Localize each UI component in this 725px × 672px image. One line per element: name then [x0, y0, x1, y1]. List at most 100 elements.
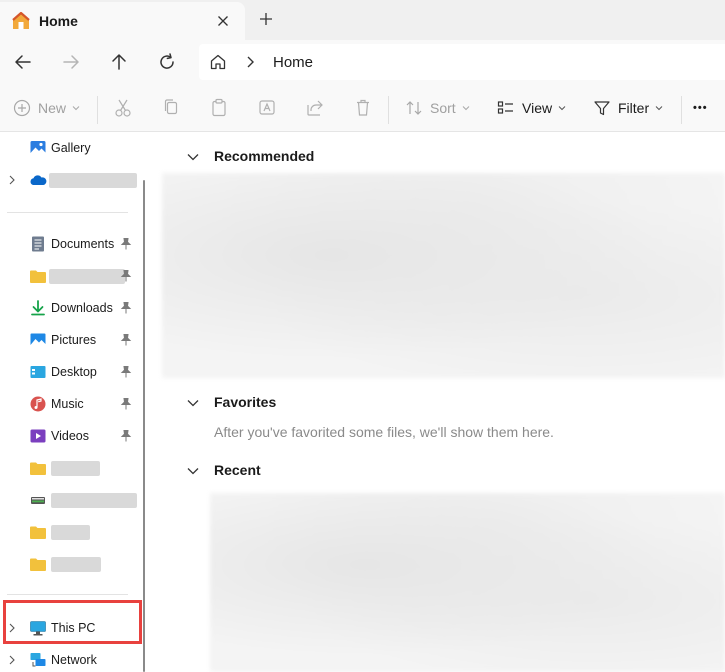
section-recommended[interactable]: Recommended [152, 145, 452, 169]
chevron-down-icon [655, 106, 663, 111]
close-icon[interactable] [214, 12, 232, 30]
sidebar-item-label: Documents [51, 237, 115, 251]
sidebar-item-network[interactable]: Network [0, 646, 140, 672]
new-label: New [38, 100, 67, 116]
home-icon [12, 11, 30, 29]
file-explorer-window: Home Home New Sort View Filter ••• Galle… [0, 0, 725, 672]
sidebar-item-label: Pictures [51, 333, 97, 347]
chevron-right-icon[interactable] [6, 654, 18, 666]
sidebar-item-label: Gallery [51, 141, 91, 155]
chevron-down-icon[interactable] [186, 396, 200, 410]
view-list-icon [497, 101, 513, 114]
sidebar-item-pictures[interactable]: Pictures [0, 326, 140, 354]
sidebar-item-documents[interactable]: Documents [0, 230, 140, 258]
redacted-label [51, 525, 90, 540]
toolbar-divider [97, 96, 98, 124]
sidebar-item-music[interactable]: Music [0, 390, 140, 418]
chevron-down-icon[interactable] [186, 150, 200, 164]
breadcrumb-home[interactable]: Home [273, 54, 313, 71]
redacted-label [49, 173, 137, 188]
section-title: Recent [214, 462, 261, 478]
sidebar-item-folder[interactable] [0, 454, 140, 482]
redacted-label [51, 493, 137, 508]
rename-icon[interactable] [257, 96, 277, 120]
recent-files[interactable] [210, 493, 725, 672]
sidebar-item-downloads[interactable]: Downloads [0, 294, 140, 322]
navigation-pane: Gallery Documents Downloads Pictures Des… [0, 132, 150, 672]
folder-icon [30, 462, 46, 475]
sidebar-item-label: Network [51, 653, 97, 667]
sidebar-item-folder[interactable] [0, 550, 140, 578]
section-recent[interactable]: Recent [152, 459, 452, 483]
address-bar: Home [0, 40, 725, 84]
view-button[interactable]: View [496, 96, 566, 120]
toolbar-divider [388, 96, 389, 124]
pin-icon [120, 398, 132, 410]
main-content: Recommended Favorites After you've favor… [152, 133, 725, 672]
share-icon[interactable] [305, 96, 325, 120]
sidebar-item-drive[interactable] [0, 486, 140, 514]
sidebar-item-folder[interactable] [0, 518, 140, 546]
documents-icon [32, 236, 44, 252]
filter-label: Filter [618, 100, 650, 116]
highlight-box [3, 600, 142, 644]
paste-icon[interactable] [209, 96, 229, 120]
sidebar-item-label: Videos [51, 429, 89, 443]
sidebar-divider [7, 212, 128, 213]
tab-home[interactable]: Home [0, 2, 245, 40]
sidebar-item-desktop[interactable]: Desktop [0, 358, 140, 386]
pin-icon [120, 334, 132, 346]
desktop-icon [30, 366, 46, 378]
new-tab-icon[interactable] [257, 10, 275, 28]
address-field[interactable]: Home [199, 44, 725, 80]
favorites-empty-message: After you've favorited some files, we'll… [214, 424, 554, 440]
section-title: Favorites [214, 394, 277, 410]
filter-button[interactable]: Filter [592, 96, 663, 120]
sidebar-item-label: Desktop [51, 365, 97, 379]
pictures-icon [30, 333, 46, 347]
pin-icon [120, 270, 132, 282]
chevron-right-icon[interactable] [6, 174, 18, 186]
download-icon [31, 300, 45, 316]
chevron-down-icon[interactable] [186, 464, 200, 478]
section-favorites[interactable]: Favorites [152, 391, 452, 415]
sidebar-divider [7, 594, 128, 595]
cut-icon[interactable] [113, 96, 133, 120]
refresh-icon[interactable] [155, 50, 179, 74]
recommended-files[interactable] [162, 173, 725, 378]
redacted-label [49, 269, 125, 284]
folder-icon [30, 526, 46, 539]
copy-icon[interactable] [161, 96, 181, 120]
command-bar: New Sort View Filter ••• [0, 84, 725, 132]
pin-icon [120, 430, 132, 442]
chevron-right-icon[interactable] [243, 54, 257, 70]
gallery-icon [30, 141, 46, 155]
pin-icon [120, 238, 132, 250]
sidebar-scrollbar[interactable] [143, 180, 145, 672]
forward-arrow-icon[interactable] [59, 50, 83, 74]
sidebar-item-onedrive[interactable] [0, 166, 140, 194]
view-label: View [522, 100, 553, 116]
sort-icon [406, 101, 422, 115]
up-arrow-icon[interactable] [107, 50, 131, 74]
redacted-label [51, 461, 100, 476]
sidebar-item-folder[interactable] [0, 262, 140, 290]
sidebar-item-label: Music [51, 397, 84, 411]
back-arrow-icon[interactable] [11, 50, 35, 74]
new-button[interactable]: New [12, 96, 80, 120]
plus-circle-icon [13, 99, 31, 117]
network-icon [30, 653, 46, 667]
pin-icon [120, 366, 132, 378]
sort-button[interactable]: Sort [404, 96, 470, 120]
delete-icon[interactable] [353, 96, 373, 120]
sort-label: Sort [430, 100, 456, 116]
drive-icon [31, 497, 45, 504]
more-options-button[interactable]: ••• [693, 96, 708, 120]
sidebar-item-gallery[interactable]: Gallery [0, 134, 140, 162]
home-outline-icon[interactable] [209, 53, 227, 71]
sidebar-item-videos[interactable]: Videos [0, 422, 140, 450]
folder-icon [30, 270, 46, 283]
section-title: Recommended [214, 148, 315, 164]
redacted-label [51, 557, 101, 572]
tab-bar: Home [0, 0, 725, 40]
